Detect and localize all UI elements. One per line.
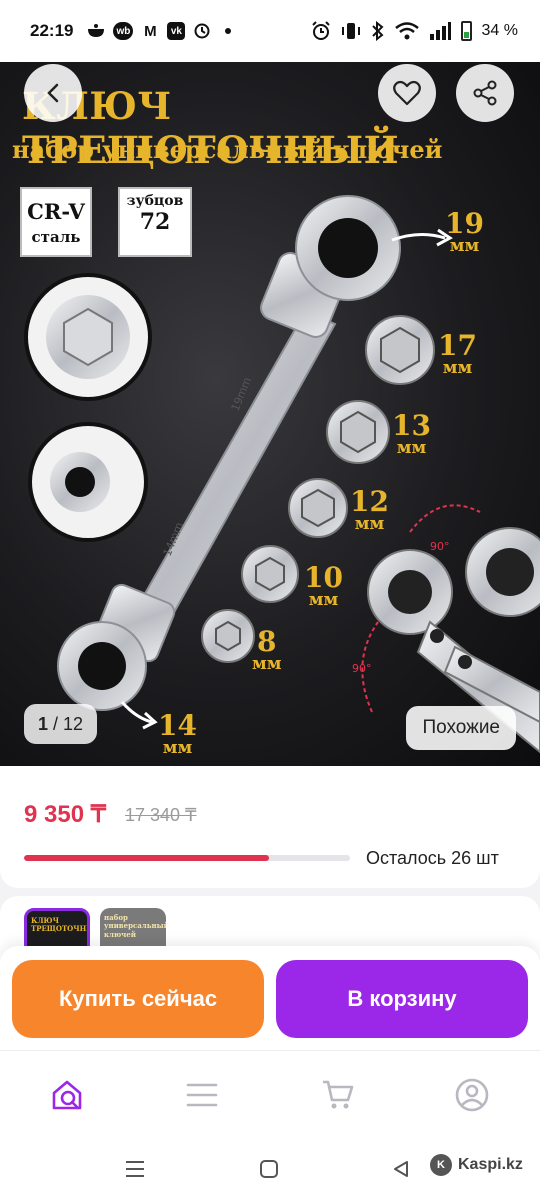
home-button[interactable] <box>254 1154 284 1184</box>
svg-text:90°: 90° <box>352 662 372 675</box>
teeth-badge-label: зубцов <box>126 193 184 209</box>
recent-apps-icon <box>126 1161 144 1177</box>
bottom-navigation <box>0 1050 540 1134</box>
status-right: 34 % <box>311 21 518 41</box>
image-counter-current: 1 <box>38 713 49 734</box>
recent-apps-button[interactable] <box>120 1154 150 1184</box>
image-counter: 1 / 12 <box>24 704 98 744</box>
teeth-badge: зубцов 72 <box>118 187 192 257</box>
buy-now-button[interactable]: Купить сейчас <box>12 960 264 1038</box>
battery-level: 34 % <box>481 22 518 39</box>
share-icon <box>473 80 497 106</box>
stock-remaining: Осталось 26 шт <box>366 848 499 868</box>
vibrate-icon <box>341 23 360 39</box>
wb-notification-icon: wb <box>113 22 134 40</box>
chevron-left-icon <box>47 83 59 103</box>
socket-10 <box>241 545 299 603</box>
share-button[interactable] <box>456 64 514 122</box>
home-square-icon <box>260 1160 278 1178</box>
profile-icon <box>455 1078 489 1112</box>
material-badge: CR-V сталь <box>20 187 92 257</box>
kaspi-logo-icon: K <box>430 1154 452 1176</box>
gmail-notification-icon: M <box>144 22 157 40</box>
socket-17 <box>365 315 435 385</box>
material-badge-subtitle: сталь <box>31 228 81 246</box>
nav-cart[interactable] <box>318 1075 358 1115</box>
size-label-17: 17 мм <box>438 329 477 378</box>
size-label-10: 10 мм <box>304 561 343 610</box>
size-label-14: 14 мм <box>158 709 197 758</box>
price-card: 9 350 ₸ 17 340 ₸ Осталось 26 шт <box>0 766 540 888</box>
wifi-icon <box>394 22 419 40</box>
similar-button[interactable]: Похожие <box>406 706 516 750</box>
bowl-notification-icon <box>87 22 105 40</box>
back-triangle-icon <box>394 1161 408 1177</box>
home-search-icon <box>52 1080 82 1110</box>
kaspi-watermark-text: Kaspi.kz <box>458 1156 523 1173</box>
add-to-cart-button[interactable]: В корзину <box>276 960 528 1038</box>
socket-12 <box>288 478 348 538</box>
signal-icon <box>429 22 451 40</box>
cart-icon <box>323 1080 354 1109</box>
nav-home-search[interactable] <box>48 1075 88 1115</box>
battery-icon <box>460 21 472 41</box>
size-label-13: 13 мм <box>392 409 431 458</box>
action-bar: Купить сейчас В корзину <box>0 946 540 1050</box>
status-bar: 22:19 wb M vk 34 % <box>0 0 540 62</box>
thumbnail-2-title: набор универсальный ключей <box>104 913 166 939</box>
system-navigation: K Kaspi.kz <box>0 1134 540 1200</box>
timer-notification-icon <box>193 22 211 40</box>
old-price: 17 340 ₸ <box>125 805 197 825</box>
material-badge-title: CR-V <box>27 199 85 224</box>
size-label-8: 8 мм <box>252 625 282 674</box>
product-image[interactable]: 19mm 14mm 90° 90° КЛЮЧ ТРЕЩОТОЧНЫЙ набор… <box>0 62 540 766</box>
status-time: 22:19 <box>30 21 74 40</box>
bluetooth-icon <box>371 21 384 41</box>
nav-catalog[interactable] <box>182 1075 222 1115</box>
image-subtitle: набор универсальный ключей <box>12 135 443 164</box>
system-back-button[interactable] <box>386 1154 416 1184</box>
nav-profile[interactable] <box>452 1075 492 1115</box>
more-dot-icon <box>219 22 237 40</box>
thumbnail-1-title: КЛЮЧ ТРЕЩОТОЧНЫЙ <box>31 916 87 934</box>
notification-icons: wb M vk <box>87 22 237 40</box>
socket-8 <box>201 609 255 663</box>
product-page: 22:19 wb M vk 34 % 19mm 14mm 90° 90° КЛЮ… <box>0 0 540 1200</box>
teeth-badge-count: 72 <box>139 209 171 235</box>
heart-icon <box>393 80 421 106</box>
stock-progress-fill <box>24 855 269 861</box>
back-button[interactable] <box>24 64 82 122</box>
size-label-12: 12 мм <box>350 485 389 534</box>
svg-text:90°: 90° <box>430 540 450 553</box>
vk-notification-icon: vk <box>167 22 186 40</box>
image-counter-total: / 12 <box>53 713 84 734</box>
menu-icon <box>186 1083 218 1107</box>
kaspi-watermark: K Kaspi.kz <box>430 1154 523 1176</box>
alarm-icon <box>311 21 330 40</box>
size-label-19: 19 мм <box>445 207 484 256</box>
stock-progress-bar <box>24 855 350 861</box>
favorite-button[interactable] <box>378 64 436 122</box>
socket-13 <box>326 400 390 464</box>
current-price: 9 350 ₸ <box>24 801 106 828</box>
